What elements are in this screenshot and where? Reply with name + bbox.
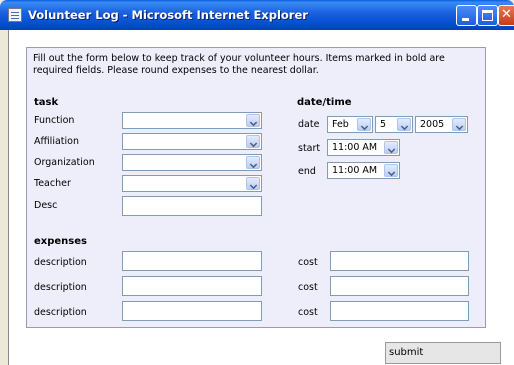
expenses-heading: expenses <box>34 236 87 247</box>
end-time-value: 11:00 AM <box>332 165 378 176</box>
chevron-down-icon[interactable] <box>384 141 398 154</box>
teacher-label: Teacher <box>34 178 71 189</box>
organization-label: Organization <box>34 157 95 168</box>
function-label: Function <box>34 115 75 126</box>
desc-label: Desc <box>34 200 58 211</box>
teacher-select[interactable] <box>122 175 262 192</box>
task-heading: task <box>34 97 59 108</box>
chevron-down-icon[interactable] <box>397 118 411 131</box>
maximize-button[interactable] <box>477 5 498 26</box>
day-value: 5 <box>380 119 387 130</box>
minimize-icon <box>462 18 469 21</box>
window-title: Volunteer Log - Microsoft Internet Explo… <box>28 8 308 22</box>
expense-description-input[interactable] <box>122 301 262 321</box>
affiliation-select[interactable] <box>122 133 262 150</box>
expense-cost-label: cost <box>298 257 318 268</box>
expense-cost-input[interactable] <box>330 301 469 321</box>
expense-description-label: description <box>34 307 87 318</box>
expense-cost-label: cost <box>298 307 318 318</box>
ie-page-icon <box>8 8 22 22</box>
start-label: start <box>298 143 321 154</box>
datetime-heading: date/time <box>297 97 352 108</box>
year-value: 2005 <box>420 119 445 130</box>
chevron-down-icon[interactable] <box>384 164 398 177</box>
chevron-down-icon[interactable] <box>246 177 260 190</box>
chevron-down-icon[interactable] <box>357 118 371 131</box>
organization-select[interactable] <box>122 154 262 171</box>
end-time-select[interactable]: 11:00 AM <box>327 162 400 179</box>
close-icon: ✕ <box>501 7 512 22</box>
expense-description-label: description <box>34 282 87 293</box>
chevron-down-icon[interactable] <box>246 114 260 127</box>
end-label: end <box>298 166 316 177</box>
chevron-down-icon[interactable] <box>452 118 466 131</box>
form-instructions: Fill out the form below to keep track of… <box>33 53 445 76</box>
chevron-down-icon[interactable] <box>246 156 260 169</box>
month-value: Feb <box>332 119 349 130</box>
close-button[interactable]: ✕ <box>498 5 514 26</box>
expense-cost-label: cost <box>298 282 318 293</box>
month-select[interactable]: Feb <box>327 116 373 133</box>
day-select[interactable]: 5 <box>375 116 413 133</box>
maximize-icon <box>482 10 493 21</box>
date-label: date <box>298 119 320 130</box>
expense-cost-input[interactable] <box>330 251 469 271</box>
start-time-value: 11:00 AM <box>332 142 378 153</box>
title-bar[interactable]: Volunteer Log - Microsoft Internet Explo… <box>0 0 514 30</box>
affiliation-label: Affiliation <box>34 136 79 147</box>
expense-description-label: description <box>34 257 87 268</box>
desc-input[interactable] <box>122 196 262 216</box>
expense-description-input[interactable] <box>122 276 262 296</box>
expense-description-input[interactable] <box>122 251 262 271</box>
minimize-button[interactable] <box>456 5 477 26</box>
start-time-select[interactable]: 11:00 AM <box>327 139 400 156</box>
chevron-down-icon[interactable] <box>246 135 260 148</box>
function-select[interactable] <box>122 112 262 129</box>
expense-cost-input[interactable] <box>330 276 469 296</box>
year-select[interactable]: 2005 <box>415 116 468 133</box>
submit-button[interactable]: submit <box>385 342 501 364</box>
